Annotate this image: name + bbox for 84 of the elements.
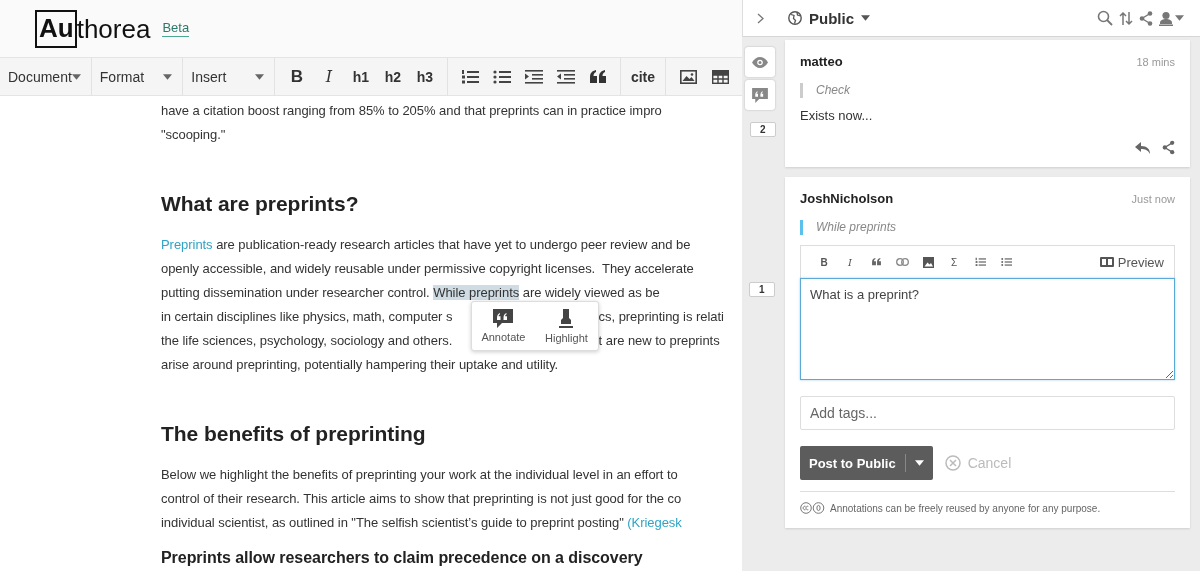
tags-field[interactable]: Add tags... (800, 396, 1175, 430)
quote-icon (493, 309, 514, 328)
preview-icon (1099, 257, 1114, 267)
section-heading: What are preprints? (161, 191, 360, 217)
cite-button[interactable]: cite (620, 68, 665, 85)
annotation-count-badge[interactable]: 2 (750, 122, 776, 137)
search-icon[interactable] (1097, 10, 1113, 26)
paragraph-line: "scooping." (161, 126, 226, 144)
license-icon (800, 502, 825, 514)
caret-down-icon (914, 460, 924, 466)
indent-icon[interactable] (524, 68, 543, 85)
paragraph-line: Preprints are publication-ready research articles that have yet to undergo peer review and be (161, 236, 691, 254)
paragraph-line: openly accessible, and widely reusable under permissive copyright licenses. They accelerate (161, 260, 694, 278)
dropdown-menu[interactable]: Document (0, 58, 92, 95)
paragraph-line: the life sciences, psychology, sociology and others. (161, 332, 453, 350)
reply-icon[interactable] (1135, 141, 1150, 154)
paragraph-line: in certain disciplines like physics, math, computer s (161, 308, 453, 326)
italic-button[interactable]: I (837, 256, 863, 268)
annotate-button[interactable]: Annotate (479, 305, 528, 347)
timestamp: Just now (1131, 193, 1175, 205)
timestamp: 18 mins (1136, 56, 1175, 68)
highlighted-text: While preprints (433, 285, 520, 300)
paragraph-line: t are new to preprints (598, 332, 720, 350)
paragraph-line: have a citation boost ranging from 85% to 205% and that preprints can in practice impro (161, 102, 662, 120)
quote-icon[interactable] (871, 258, 881, 266)
paragraph-line: control of their research. This article aims to show that preprinting is not just good for the co (161, 490, 682, 508)
app-logo: Authorea (35, 9, 151, 48)
globe-icon (788, 11, 802, 25)
visibility-dropdown[interactable]: Public (788, 9, 870, 27)
caret-down-icon (861, 15, 870, 21)
image-icon[interactable] (922, 256, 934, 268)
share-icon[interactable] (1162, 140, 1175, 155)
paragraph-line: arise around preprinting, potentially hampering their uptake and utility. (161, 356, 559, 374)
username: JoshNicholson (800, 191, 894, 206)
quoted-text: Check (800, 83, 1175, 98)
annotation-count-badge[interactable]: 1 (749, 282, 775, 297)
table-icon[interactable] (711, 69, 729, 84)
quoted-text: While preprints (800, 220, 1175, 235)
highlight-button[interactable]: Highlight (543, 304, 590, 348)
section-heading: The benefits of preprinting (161, 421, 427, 447)
bold-button[interactable]: B (280, 66, 313, 87)
paragraph-line: putting dissemination under researcher control. While preprints are widely viewed as be (161, 284, 660, 302)
outdent-icon[interactable] (556, 68, 575, 85)
dropdown-menu[interactable]: Insert (183, 58, 275, 95)
paragraph-line: individual scientist, as outlined in "The selfish scientist’s guide to preprint posting" (Kriegesk (161, 514, 682, 532)
highlighter-icon (559, 308, 574, 329)
caret-down-icon (71, 73, 81, 80)
chevron-right-icon[interactable] (757, 12, 764, 24)
share-icon[interactable] (1139, 10, 1153, 26)
link-icon[interactable] (895, 258, 909, 266)
show-annotations-button[interactable] (745, 47, 775, 77)
bullet-list-icon[interactable] (492, 68, 511, 85)
beta-badge: Beta (162, 20, 190, 37)
user-menu[interactable] (1159, 10, 1184, 26)
heading-button[interactable]: h3 (408, 68, 441, 85)
heading-button[interactable]: h1 (344, 68, 377, 85)
caret-down-icon (254, 73, 264, 80)
preview-button[interactable]: Preview (1099, 254, 1164, 270)
caret-down-icon (163, 73, 173, 80)
user-icon (1159, 10, 1173, 26)
caret-down-icon (1175, 15, 1184, 21)
sort-arrows-icon[interactable] (1119, 10, 1133, 26)
dropdown-menu[interactable]: Format (91, 58, 184, 95)
italic-button[interactable]: I (312, 67, 345, 86)
bullet-list-icon[interactable] (1000, 257, 1012, 267)
eye-icon (752, 56, 768, 68)
annotations-toggle-button[interactable] (745, 80, 775, 110)
username: matteo (800, 54, 843, 69)
subsection-heading: Preprints allow researchers to claim precedence on a discovery (161, 548, 644, 568)
heading-button[interactable]: h2 (376, 68, 409, 85)
comment-icon (752, 87, 768, 103)
annotation-text: Exists now... (800, 108, 874, 123)
numbered-list-icon[interactable] (974, 257, 986, 267)
annotation-text-field[interactable]: What is a preprint? (800, 278, 1175, 380)
math-button[interactable]: Σ (941, 256, 967, 268)
close-icon (944, 455, 961, 471)
paragraph-line: Below we highlight the benefits of preprinting your work at the individual level in an effort to (161, 466, 678, 484)
image-icon[interactable] (679, 69, 697, 84)
numbered-list-icon[interactable] (460, 68, 479, 85)
paragraph-line: cs, preprinting is relati (598, 308, 724, 326)
bold-button[interactable]: B (811, 256, 837, 268)
license-note: Annotations can be freely reused by anyone for any purpose. (830, 502, 1101, 514)
quote-icon[interactable] (589, 70, 606, 83)
post-button[interactable]: Post to Public (800, 446, 933, 480)
